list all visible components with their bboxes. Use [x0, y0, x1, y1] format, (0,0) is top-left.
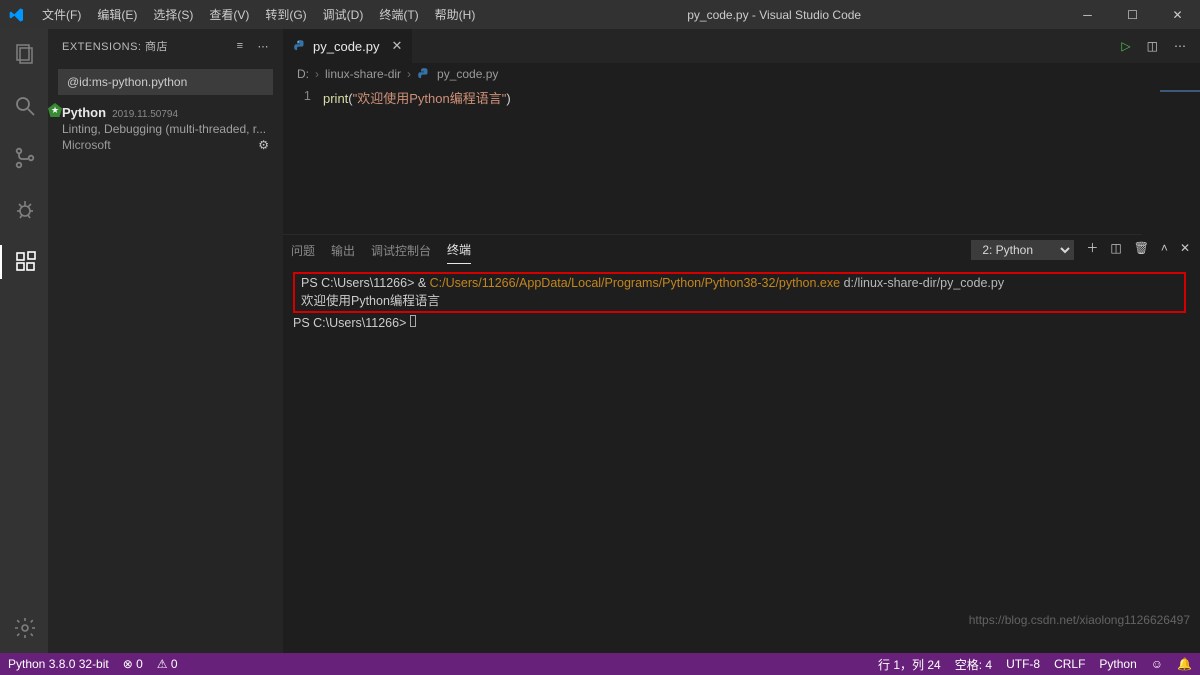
panel-tab-problems[interactable]: 问题 — [291, 242, 315, 264]
breadcrumb-segment[interactable]: py_code.py — [437, 67, 498, 81]
status-errors[interactable]: ⊗ 0 — [123, 657, 143, 671]
breadcrumb-segment[interactable]: linux-share-dir — [325, 67, 401, 81]
line-number: 1 — [283, 84, 323, 234]
menu-bar: 文件(F) 编辑(E) 选择(S) 查看(V) 转到(G) 调试(D) 终端(T… — [34, 6, 483, 23]
breadcrumb[interactable]: D:› linux-share-dir› py_code.py — [283, 63, 1200, 84]
kill-terminal-icon[interactable]: 🗑 — [1134, 241, 1149, 260]
split-editor-icon[interactable]: ◫ — [1147, 39, 1158, 53]
tabs-row: py_code.py ✕ ▷ ◫ ⋯ — [283, 29, 1200, 63]
terminal-cursor — [410, 315, 416, 327]
run-icon[interactable]: ▷ — [1121, 39, 1130, 53]
extension-description: Linting, Debugging (multi-threaded, r... — [62, 122, 269, 136]
extension-manage-gear-icon[interactable]: ⚙ — [258, 138, 269, 152]
panel-close-icon[interactable]: ✕ — [1180, 241, 1190, 260]
explorer-icon[interactable] — [1, 37, 49, 71]
status-cursor-position[interactable]: 行 1，列 24 — [878, 656, 941, 673]
status-warnings[interactable]: ⚠ 0 — [157, 657, 178, 671]
extensions-icon[interactable] — [0, 245, 48, 279]
panel-tab-terminal[interactable]: 终端 — [447, 241, 471, 264]
menu-go[interactable]: 转到(G) — [257, 6, 314, 23]
maximize-button[interactable]: ☐ — [1110, 0, 1155, 29]
panel-tabs: 问题 输出 调试控制台 终端 2: Python ＋ ◫ 🗑 ˄ ✕ — [283, 235, 1200, 264]
menu-file[interactable]: 文件(F) — [34, 6, 89, 23]
minimize-button[interactable]: ─ — [1065, 0, 1110, 29]
status-language[interactable]: Python — [1099, 657, 1136, 671]
extension-item-python[interactable]: ★ Python 2019.11.50794 Linting, Debugging… — [48, 101, 283, 160]
split-terminal-icon[interactable]: ◫ — [1110, 241, 1121, 260]
terminal[interactable]: PS C:\Users\11266> & C:/Users/11266/AppD… — [283, 264, 1200, 653]
status-feedback-icon[interactable]: ☺ — [1151, 657, 1163, 671]
tab-close-icon[interactable]: ✕ — [392, 38, 403, 54]
source-control-icon[interactable] — [1, 141, 49, 175]
star-badge-icon: ★ — [48, 103, 62, 117]
menu-view[interactable]: 查看(V) — [201, 6, 257, 23]
minimap[interactable] — [1142, 86, 1200, 236]
terminal-highlight-box: PS C:\Users\11266> & C:/Users/11266/AppD… — [293, 272, 1186, 313]
bottom-panel: 问题 输出 调试控制台 终端 2: Python ＋ ◫ 🗑 ˄ ✕ PS C:… — [283, 234, 1200, 653]
panel-tab-debugconsole[interactable]: 调试控制台 — [371, 242, 431, 264]
status-python-version[interactable]: Python 3.8.0 32-bit — [8, 657, 109, 671]
sidebar-header: EXTENSIONS: 商店 ≡ ⋯ — [48, 29, 283, 63]
status-encoding[interactable]: UTF-8 — [1006, 657, 1040, 671]
new-terminal-icon[interactable]: ＋ — [1086, 239, 1098, 261]
extension-publisher: Microsoft — [62, 138, 111, 152]
editor-more-icon[interactable]: ⋯ — [1174, 39, 1186, 53]
status-notifications-icon[interactable]: 🔔 — [1177, 657, 1192, 671]
tab-label: py_code.py — [313, 39, 380, 54]
search-icon[interactable] — [1, 89, 49, 123]
activity-bar — [0, 29, 48, 653]
window-title: py_code.py - Visual Studio Code — [483, 8, 1065, 22]
extension-version: 2019.11.50794 — [112, 109, 178, 120]
menu-edit[interactable]: 编辑(E) — [89, 6, 145, 23]
status-eol[interactable]: CRLF — [1054, 657, 1085, 671]
python-file-icon — [293, 39, 307, 53]
filter-icon[interactable]: ≡ — [237, 40, 244, 53]
extension-name: Python — [62, 105, 106, 120]
settings-gear-icon[interactable] — [1, 611, 49, 645]
status-indentation[interactable]: 空格: 4 — [955, 656, 992, 673]
code-line[interactable]: print("欢迎使用Python编程语言") — [323, 84, 511, 234]
debug-icon[interactable] — [1, 193, 49, 227]
vscode-icon — [0, 7, 34, 23]
panel-tab-output[interactable]: 输出 — [331, 242, 355, 264]
extension-search-input[interactable]: @id:ms-python.python — [58, 69, 273, 95]
more-icon[interactable]: ⋯ — [258, 40, 270, 53]
menu-terminal[interactable]: 终端(T) — [371, 6, 426, 23]
watermark-text: https://blog.csdn.net/xiaolong1126626497 — [969, 613, 1190, 627]
titlebar: 文件(F) 编辑(E) 选择(S) 查看(V) 转到(G) 调试(D) 终端(T… — [0, 0, 1200, 29]
sidebar-title: EXTENSIONS: 商店 — [62, 38, 168, 54]
menu-selection[interactable]: 选择(S) — [145, 6, 201, 23]
panel-maximize-icon[interactable]: ˄ — [1161, 241, 1168, 260]
menu-debug[interactable]: 调试(D) — [315, 6, 372, 23]
python-file-icon — [417, 67, 431, 81]
menu-help[interactable]: 帮助(H) — [427, 6, 484, 23]
sidebar: EXTENSIONS: 商店 ≡ ⋯ @id:ms-python.python … — [48, 29, 283, 653]
breadcrumb-segment[interactable]: D: — [297, 67, 309, 81]
code-editor[interactable]: 1 print("欢迎使用Python编程语言") — [283, 84, 1200, 234]
terminal-selector[interactable]: 2: Python — [971, 240, 1074, 260]
tab-pycode[interactable]: py_code.py ✕ — [283, 29, 413, 63]
close-button[interactable]: ✕ — [1155, 0, 1200, 29]
status-bar: Python 3.8.0 32-bit ⊗ 0 ⚠ 0 行 1，列 24 空格:… — [0, 653, 1200, 675]
editor-area: py_code.py ✕ ▷ ◫ ⋯ D:› linux-share-dir› … — [283, 29, 1200, 653]
